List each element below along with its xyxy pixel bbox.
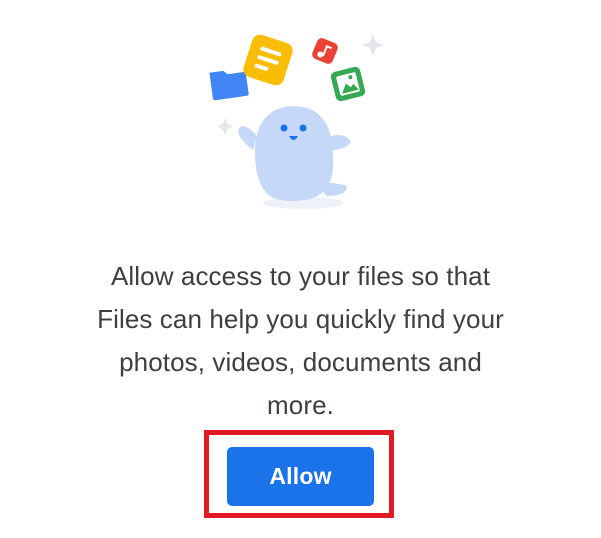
permission-screen: Allow access to your files so that Files… (0, 0, 601, 538)
image-icon (330, 66, 366, 102)
mascot-eye (299, 124, 307, 132)
allow-button[interactable]: Allow (227, 447, 374, 506)
message-line: more. (267, 390, 334, 420)
files-illustration (195, 18, 405, 218)
illustration-graphic (209, 34, 384, 209)
music-icon (312, 38, 338, 64)
folder-icon (209, 70, 249, 101)
sparkle-icon (217, 118, 233, 135)
message-line: photos, videos, documents and (119, 347, 482, 377)
sparkle-icon (362, 34, 384, 56)
message-line: Allow access to your files so that (110, 261, 491, 291)
message-line: Files can help you quickly find your (97, 304, 504, 334)
document-icon (243, 34, 293, 86)
permission-message: Allow access to your files so that Files… (60, 255, 541, 427)
mascot (238, 106, 351, 201)
mascot-eye (280, 124, 288, 132)
